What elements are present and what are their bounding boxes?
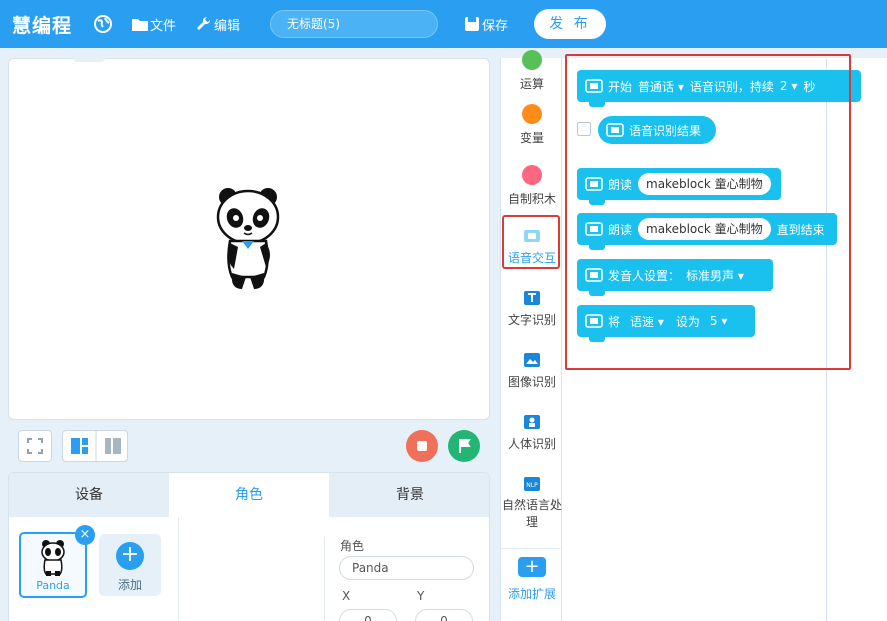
category-operators[interactable]: 运算 <box>501 50 563 92</box>
edit-menu[interactable]: 编辑 <box>214 15 240 34</box>
nlp-icon: NLP <box>524 477 540 491</box>
sprite-list: Panda × + 添加 <box>9 517 179 621</box>
layout-icon <box>71 431 121 461</box>
category-image-recognition[interactable]: 图像识别 <box>501 352 563 390</box>
plus-icon: + <box>116 542 144 570</box>
save-button[interactable]: 保存 <box>482 15 508 34</box>
divider <box>324 537 325 621</box>
category-nlp[interactable]: NLP 自然语言处理 <box>501 476 563 531</box>
category-my-blocks[interactable]: 自制积木 <box>501 165 563 207</box>
publish-button[interactable]: 发 布 <box>534 9 606 39</box>
panda-thumbnail <box>41 540 65 576</box>
sprite-name: Panda <box>36 579 70 592</box>
blocks-highlight-box <box>565 54 851 370</box>
fullscreen-button[interactable] <box>18 430 52 462</box>
add-extension-icon: + <box>518 557 546 577</box>
stage[interactable] <box>8 58 490 420</box>
add-extension-label: 添加扩展 <box>507 587 556 601</box>
project-title-input[interactable]: 无标题(5) <box>270 10 438 38</box>
category-label: 自制积木 <box>507 192 556 206</box>
block-categories: 运算 变量 自制积木 语音交互 文字识别 图像识别 人体识别 NLP 自然语言处… <box>500 50 563 621</box>
sprite-prop-label: 角色 <box>340 539 365 553</box>
tab-backgrounds[interactable]: 背景 <box>329 473 489 517</box>
layout-toggle[interactable] <box>62 430 128 462</box>
category-label: 人体识别 <box>507 437 556 451</box>
stage-handle <box>73 58 105 62</box>
x-label: X <box>342 589 351 603</box>
category-text-recognition[interactable]: 文字识别 <box>501 290 563 328</box>
sprite-panel: 设备 角色 背景 Panda × + 添加 角色 Panda X Y 0 0 <box>8 472 490 621</box>
category-variables[interactable]: 变量 <box>501 104 563 146</box>
tab-sprites[interactable]: 角色 <box>169 473 329 517</box>
app-logo: 慧编程 <box>12 15 73 37</box>
stop-button[interactable] <box>406 430 438 462</box>
svg-text:NLP: NLP <box>526 482 538 489</box>
wrench-icon <box>197 16 211 30</box>
my-blocks-dot-icon <box>522 165 542 185</box>
add-sprite-button[interactable]: + 添加 <box>99 534 161 596</box>
add-extension-button[interactable]: + 添加扩展 <box>501 548 563 621</box>
category-body-recognition[interactable]: 人体识别 <box>501 414 563 452</box>
start-button[interactable] <box>448 430 480 462</box>
category-label: 文字识别 <box>507 313 556 327</box>
category-label: 运算 <box>519 77 544 91</box>
add-sprite-label: 添加 <box>117 578 142 592</box>
tab-devices[interactable]: 设备 <box>9 473 169 517</box>
y-label: Y <box>417 589 425 603</box>
top-bar: 慧编程 文件 编辑 无标题(5) 保存 发 布 <box>0 0 887 48</box>
image-recognition-icon <box>524 353 540 367</box>
fullscreen-icon <box>27 438 43 454</box>
folder-icon <box>132 19 148 31</box>
delete-sprite-button[interactable]: × <box>75 525 95 545</box>
file-menu[interactable]: 文件 <box>150 15 176 34</box>
sprite-name-input[interactable]: Panda <box>339 556 474 580</box>
stop-icon <box>417 441 427 451</box>
body-recognition-icon <box>524 415 540 429</box>
category-label: 图像识别 <box>507 375 556 389</box>
panda-sprite[interactable] <box>212 185 284 293</box>
y-input[interactable]: 0 <box>415 609 473 621</box>
save-icon <box>465 17 479 31</box>
category-highlight-box <box>502 215 560 269</box>
x-input[interactable]: 0 <box>339 609 397 621</box>
category-label: 自然语言处理 <box>501 498 562 529</box>
variables-dot-icon <box>522 104 542 124</box>
globe-icon[interactable] <box>93 14 113 34</box>
category-label: 变量 <box>519 131 544 145</box>
flag-icon <box>459 439 471 453</box>
operators-dot-icon <box>522 50 542 70</box>
text-recognition-icon <box>524 291 540 305</box>
